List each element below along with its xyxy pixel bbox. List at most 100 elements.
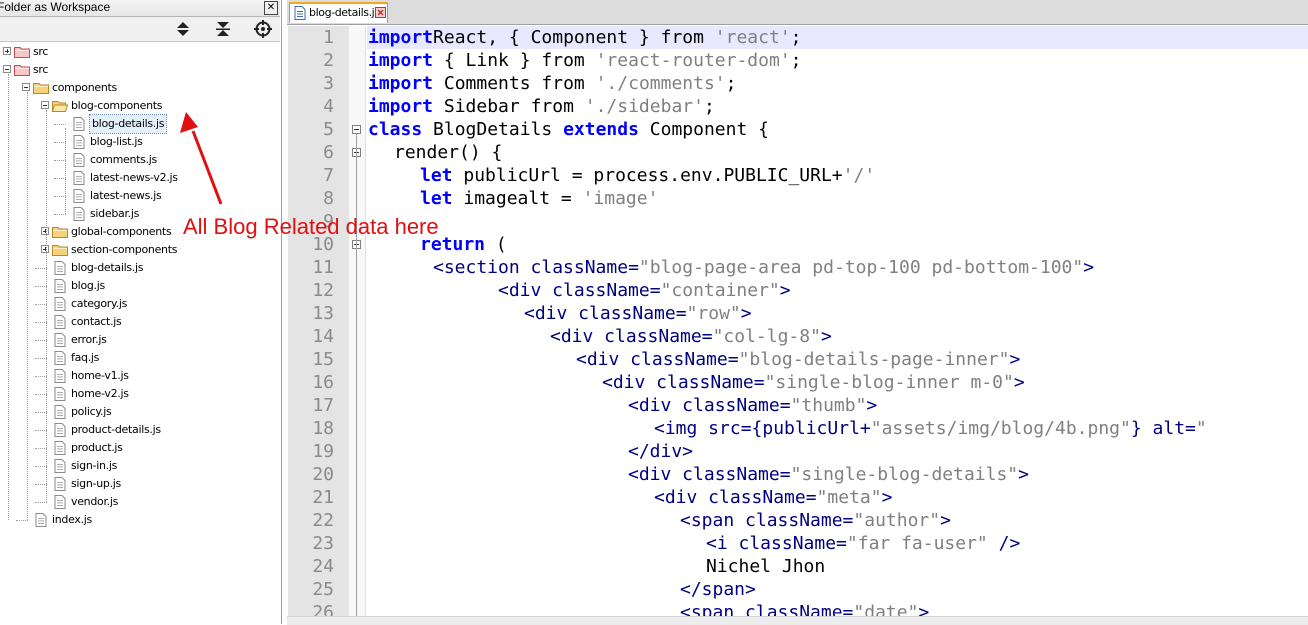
tree-item-label: home-v1.js xyxy=(71,369,129,382)
tree-folder[interactable]: blog-components xyxy=(0,97,280,115)
collapse-toggle-icon[interactable] xyxy=(22,83,30,91)
tree-item-label: blog.js xyxy=(71,279,105,292)
code-token: { Link } from xyxy=(433,50,596,71)
tree-item-label: contact.js xyxy=(71,315,122,328)
close-tab-icon[interactable] xyxy=(375,7,386,18)
tag-token: <span className= xyxy=(680,510,854,531)
tree-file[interactable]: blog.js xyxy=(0,277,280,295)
tree-file[interactable]: comments.js xyxy=(0,151,280,169)
code-line: <img src={publicUrl+"assets/img/blog/4b.… xyxy=(654,417,1207,440)
line-number: 19 xyxy=(312,441,334,462)
string-token: "blog-details-page-inner" xyxy=(738,349,1010,370)
tag-token: > xyxy=(866,395,878,416)
code-token: imagealt = xyxy=(452,188,583,209)
tree-item-label: blog-components xyxy=(71,99,163,112)
string-token: "thumb" xyxy=(790,395,867,416)
collapse-toggle-icon[interactable] xyxy=(3,65,11,73)
collapse-all-icon[interactable] xyxy=(213,19,233,39)
tree-file[interactable]: contact.js xyxy=(0,313,280,331)
tree-connector xyxy=(35,502,47,503)
keyword-token: class xyxy=(368,119,423,140)
tag-token: /> xyxy=(987,533,1021,554)
line-number: 3 xyxy=(323,73,334,94)
string-token: "meta" xyxy=(816,487,882,508)
tree-file[interactable]: vendor.js xyxy=(0,493,280,511)
string-token: "blog-page-area pd-top-100 pd-bottom-100… xyxy=(638,257,1084,278)
line-number: 24 xyxy=(312,556,334,577)
tree-file[interactable]: home-v1.js xyxy=(0,367,280,385)
line-number: 14 xyxy=(312,326,334,347)
tree-file[interactable]: latest-news-v2.js xyxy=(0,169,280,187)
tag-token: > xyxy=(740,303,752,324)
fold-collapse-icon[interactable] xyxy=(352,125,361,134)
code-line: <div className="col-lg-8"> xyxy=(550,325,832,348)
code-line: let publicUrl = process.env.PUBLIC_URL+'… xyxy=(420,164,875,187)
code-line: import { Link } from 'react-router-dom'; xyxy=(368,49,802,72)
tree-item-label: global-components xyxy=(71,225,172,238)
tree-folder[interactable]: src xyxy=(0,61,280,79)
string-token: "col-lg-8" xyxy=(712,326,821,347)
tree-item-label: latest-news.js xyxy=(90,189,162,202)
tree-folder[interactable]: section-components xyxy=(0,241,280,259)
code-line: class BlogDetails extends Component { xyxy=(368,118,769,141)
code-line: <div className="thumb"> xyxy=(628,394,877,417)
tree-file[interactable]: faq.js xyxy=(0,349,280,367)
tree-file[interactable]: category.js xyxy=(0,295,280,313)
tree-guide-line xyxy=(65,128,66,214)
string-token: "date" xyxy=(853,602,919,616)
locate-current-file-icon[interactable] xyxy=(253,19,273,39)
code-token: Sidebar from xyxy=(433,96,585,117)
tree-guide-line xyxy=(27,92,28,520)
fold-margin[interactable] xyxy=(349,26,366,616)
tree-file[interactable]: blog-details.js xyxy=(0,114,280,134)
keyword-token: import xyxy=(368,73,434,94)
tab-bar: blog-details.js xyxy=(287,0,1308,25)
tree-file[interactable]: product.js xyxy=(0,439,280,457)
tree-file[interactable]: latest-news.js xyxy=(0,187,280,205)
expand-all-icon[interactable] xyxy=(173,19,193,39)
expand-toggle-icon[interactable] xyxy=(41,245,49,253)
tree-file[interactable]: home-v2.js xyxy=(0,385,280,403)
code-token: ; xyxy=(790,50,802,71)
close-panel-icon[interactable]: ✕ xyxy=(264,1,278,15)
code-token: ; xyxy=(703,96,715,117)
collapse-toggle-icon[interactable] xyxy=(41,101,49,109)
tree-file[interactable]: blog-list.js xyxy=(0,133,280,151)
tree-folder[interactable]: components xyxy=(0,79,280,97)
code-token: Comments from xyxy=(433,73,596,94)
tree-file[interactable]: blog-details.js xyxy=(0,259,280,277)
code-line: <div className="row"> xyxy=(524,302,752,325)
keyword-token: import xyxy=(368,96,434,117)
line-number: 13 xyxy=(312,303,334,324)
tree-file[interactable]: error.js xyxy=(0,331,280,349)
tree-file[interactable]: sign-up.js xyxy=(0,475,280,493)
tag-token: <div className= xyxy=(628,395,791,416)
code-line: <div className="single-blog-inner m-0"> xyxy=(602,371,1025,394)
tree-item-label: vendor.js xyxy=(71,495,119,508)
tree-file[interactable]: index.js xyxy=(0,511,280,529)
tag-token: > xyxy=(881,487,893,508)
keyword-token: import xyxy=(368,27,434,48)
tab-blog-details[interactable]: blog-details.js xyxy=(289,2,388,23)
line-number: 4 xyxy=(323,96,334,117)
tree-file[interactable]: sign-in.js xyxy=(0,457,280,475)
tree-file[interactable]: policy.js xyxy=(0,403,280,421)
expand-toggle-icon[interactable] xyxy=(3,47,11,55)
tree-file[interactable]: product-details.js xyxy=(0,421,280,439)
file-saved-icon xyxy=(294,6,306,20)
tree-folder[interactable]: src xyxy=(0,43,280,61)
code-line: import Comments from './comments'; xyxy=(368,72,736,95)
tree-connector xyxy=(16,520,28,521)
string-token: 'react-router-dom' xyxy=(595,50,791,71)
code-line: import Sidebar from './sidebar'; xyxy=(368,95,715,118)
string-token: 'image' xyxy=(582,188,659,209)
panel-title: Folder as Workspace xyxy=(0,0,111,14)
code-line: render() { xyxy=(394,141,502,164)
code-token: publicUrl = process.env.PUBLIC_URL+ xyxy=(452,165,843,186)
code-area[interactable]: importReact, { Component } from 'react';… xyxy=(367,26,1308,616)
workspace-toolbar xyxy=(0,17,280,42)
line-number: 12 xyxy=(312,280,334,301)
code-line: importReact, { Component } from 'react'; xyxy=(368,26,802,49)
code-line: <i className="far fa-user" /> xyxy=(706,532,1020,555)
expand-toggle-icon[interactable] xyxy=(41,227,49,235)
